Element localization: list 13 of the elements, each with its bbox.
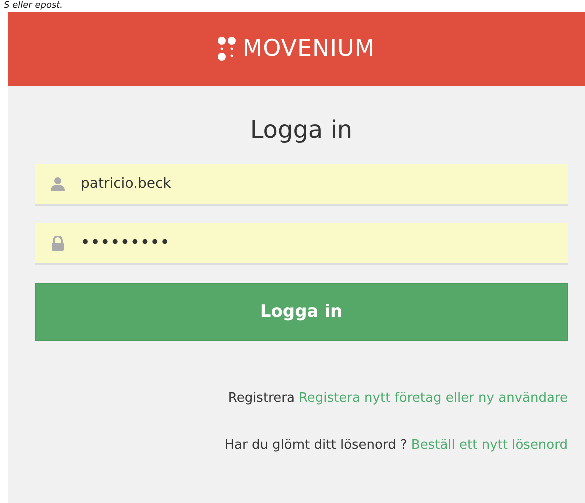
username-field[interactable]: patricio.beck xyxy=(35,164,568,206)
link-label: Registrera xyxy=(228,391,295,406)
link[interactable]: Beställ ett nytt lösenord xyxy=(411,438,568,453)
password-field[interactable]: ••••••••• xyxy=(35,223,568,265)
link[interactable]: Registera nytt företag eller ny användare xyxy=(298,391,568,406)
logo-icon xyxy=(218,36,238,62)
login-button[interactable]: Logga in xyxy=(35,283,568,341)
user-icon xyxy=(51,177,65,191)
caption-text: S eller epost. xyxy=(3,0,64,12)
logo-text: MOVENIUM xyxy=(242,36,376,62)
link-label: Har du glömt ditt lösenord ? xyxy=(224,438,408,453)
login-title: Logga in xyxy=(249,116,354,144)
lock-icon xyxy=(51,236,65,250)
